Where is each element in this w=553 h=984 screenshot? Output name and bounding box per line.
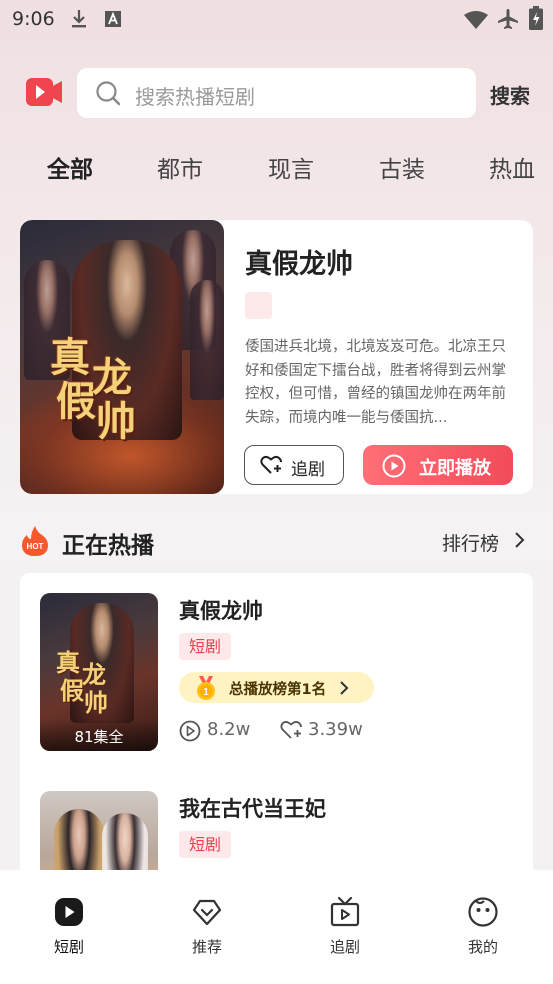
tab-urban[interactable]: 都市: [157, 150, 203, 184]
status-time: 9:06: [12, 8, 55, 30]
item-tag: 短剧: [179, 633, 232, 660]
airplane-icon: [498, 9, 518, 29]
battery-charging-icon: [529, 6, 543, 30]
ranking-link[interactable]: 排行榜: [442, 529, 499, 556]
nav-item-shorts[interactable]: 短剧: [29, 896, 109, 966]
medal-icon: 1: [197, 676, 215, 700]
featured-title[interactable]: 真假龙帅: [245, 242, 353, 281]
search-icon: [96, 81, 121, 106]
play-circle-icon: [55, 898, 83, 926]
search-button[interactable]: 搜索: [490, 80, 530, 109]
svg-text:1: 1: [203, 687, 209, 698]
featured-tag: [245, 292, 272, 319]
follow-button-label: 追剧: [291, 460, 325, 480]
nav-label: 推荐: [191, 938, 222, 956]
tab-all[interactable]: 全部: [47, 150, 93, 184]
section-title: 正在热播: [62, 533, 154, 559]
search-placeholder: 搜索热播短剧: [135, 85, 255, 109]
heart-plus-icon: [280, 721, 302, 739]
featured-description: 倭国进兵北境，北境岌岌可危。北凉王只好和倭国定下擂台战，胜者将得到云州掌控权，但…: [245, 339, 506, 426]
wifi-icon: [464, 11, 488, 29]
status-bar: 9:06: [0, 0, 553, 40]
play-count-icon: [179, 720, 201, 742]
tab-action[interactable]: 热血: [489, 150, 535, 184]
item-poster[interactable]: [40, 791, 158, 873]
hot-flame-icon: HOT: [22, 526, 48, 556]
chevron-right-icon: [340, 681, 349, 695]
app-logo-icon: [26, 78, 62, 106]
tab-costume[interactable]: 古装: [379, 150, 425, 184]
rank-badge-label: 总播放榜第1名: [229, 682, 327, 698]
hot-list: 真 假 龙 帅 81集全 真假龙帅 短剧 1 总播放榜第1名 8.2w 3.39…: [20, 573, 533, 873]
nav-label: 追剧: [329, 938, 360, 956]
play-now-label: 立即播放: [419, 458, 491, 479]
list-item[interactable]: 我在古代当王妃 短剧: [20, 771, 533, 873]
nav-item-profile[interactable]: 我的: [443, 896, 523, 966]
heart-plus-icon: [260, 456, 282, 474]
item-poster[interactable]: 真 假 龙 帅 81集全: [40, 593, 158, 751]
category-tabs: 全部 都市 现言 古装 热血: [0, 150, 553, 190]
face-icon: [468, 897, 498, 927]
play-circle-icon: [382, 454, 406, 478]
tab-romance[interactable]: 现言: [268, 150, 314, 184]
episode-count: 81集全: [40, 719, 158, 751]
nav-item-following[interactable]: 追剧: [305, 896, 385, 966]
item-title[interactable]: 我在古代当王妃: [179, 793, 326, 823]
nav-label: 短剧: [53, 938, 84, 956]
poster-title-art: 真 假 龙 帅: [56, 648, 108, 717]
rank-badge[interactable]: 1 总播放榜第1名: [179, 672, 374, 703]
search-input[interactable]: 搜索热播短剧: [77, 68, 476, 118]
play-now-button[interactable]: 立即播放: [363, 445, 513, 485]
nav-label: 我的: [467, 938, 498, 956]
list-item[interactable]: 真 假 龙 帅 81集全 真假龙帅 短剧 1 总播放榜第1名 8.2w 3.39…: [20, 573, 533, 753]
bottom-nav: 短剧 推荐 追剧 我的: [0, 870, 553, 984]
download-icon: [72, 10, 86, 28]
svg-text:HOT: HOT: [27, 542, 44, 551]
featured-poster[interactable]: 真 假 龙 帅: [20, 220, 224, 494]
heart-diamond-icon: [192, 899, 222, 926]
featured-card[interactable]: 真 假 龙 帅 真假龙帅 倭国进兵北境，北境岌岌可危。北凉王只好和倭国定下擂台战…: [20, 220, 533, 494]
follow-button[interactable]: 追剧: [244, 445, 344, 485]
font-a-icon: [105, 11, 121, 27]
tv-icon: [330, 896, 360, 927]
poster-title-art: 真 假 龙 帅: [50, 334, 136, 445]
item-title[interactable]: 真假龙帅: [179, 595, 263, 625]
chevron-right-icon[interactable]: [514, 531, 526, 549]
nav-item-recommend[interactable]: 推荐: [167, 896, 247, 966]
item-tag: 短剧: [179, 831, 232, 858]
